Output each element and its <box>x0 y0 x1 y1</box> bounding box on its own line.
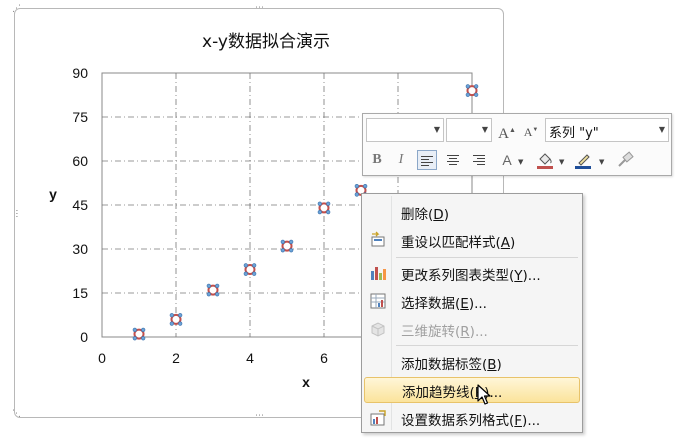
align-center-icon <box>447 155 459 165</box>
point-selection-handle <box>280 239 285 244</box>
point-selection-handle <box>326 210 331 215</box>
point-selection-handle <box>215 292 220 297</box>
align-right-button[interactable] <box>469 150 489 170</box>
font-color-dropdown[interactable]: ▼ <box>518 158 523 166</box>
menu-item-select-data[interactable]: 选择数据(E)... <box>364 288 580 314</box>
x-axis-title[interactable]: x <box>302 374 310 390</box>
y-tick-label: 0 <box>80 329 88 345</box>
menu-separator <box>396 345 578 346</box>
paint-bucket-icon <box>537 153 553 169</box>
point-selection-handle <box>243 271 248 276</box>
align-left-icon <box>421 156 433 166</box>
point-selection-handle <box>178 313 183 318</box>
y-tick-label: 45 <box>72 197 88 213</box>
point-selection-handle <box>141 327 146 332</box>
format-painter-button[interactable] <box>615 150 635 170</box>
menu-item-delete[interactable]: 删除(D) <box>364 199 580 225</box>
point-selection-handle <box>317 201 322 206</box>
point-selection-handle <box>215 283 220 288</box>
y-tick-label: 60 <box>72 153 88 169</box>
line-color-dropdown[interactable]: ▼ <box>599 158 604 166</box>
point-selection-handle <box>289 239 294 244</box>
point-selection-handle <box>243 263 248 268</box>
align-center-button[interactable] <box>443 150 463 170</box>
grow-font-button[interactable]: A▲ <box>497 120 517 142</box>
point-selection-handle <box>280 248 285 253</box>
point-selection-handle <box>141 336 146 341</box>
point-selection-handle <box>326 201 331 206</box>
format-painter-icon <box>618 151 634 167</box>
x-tick-label: 2 <box>172 350 180 366</box>
font-color-button[interactable]: A <box>497 150 517 170</box>
point-selection-handle <box>474 92 479 97</box>
point-selection-handle <box>289 248 294 253</box>
italic-button[interactable]: I <box>391 150 411 170</box>
y-tick-label: 75 <box>72 109 88 125</box>
align-right-icon <box>473 155 485 165</box>
point-selection-handle <box>169 321 174 326</box>
3d-rotation-icon <box>371 322 385 337</box>
reset-style-icon <box>371 231 385 247</box>
point-selection-handle <box>132 336 137 341</box>
chevron-down-icon: ▼ <box>433 125 440 134</box>
point-selection-handle <box>354 192 359 197</box>
menu-item-change-chart-type[interactable]: 更改系列图表类型(Y)... <box>364 260 580 286</box>
scatter-chart: x-y数据拟合演示 02468100153045607590 x y <box>49 32 480 390</box>
align-left-button[interactable] <box>417 150 437 170</box>
point-selection-handle <box>132 327 137 332</box>
point-selection-handle <box>169 313 174 318</box>
menu-item-format-data-series[interactable]: 设置数据系列格式(F)... <box>364 405 580 431</box>
point-selection-handle <box>465 84 470 89</box>
font-size-select[interactable]: ▼ <box>446 118 492 142</box>
point-selection-handle <box>317 210 322 215</box>
mouse-cursor-icon <box>477 384 491 405</box>
point-selection-handle <box>252 263 257 268</box>
point-selection-handle <box>363 184 368 189</box>
point-selection-handle <box>474 84 479 89</box>
fill-color-button[interactable] <box>535 150 555 170</box>
x-tick-label: 4 <box>246 350 254 366</box>
fill-color-dropdown[interactable]: ▼ <box>559 158 564 166</box>
mini-toolbar: ▼ ▼ A▲ A▼ 系列 "y" ▼ B I A ▼ ▼ ▼ <box>362 113 672 176</box>
menu-separator <box>396 257 578 258</box>
x-tick-label: 6 <box>320 350 328 366</box>
menu-item-add-data-labels[interactable]: 添加数据标签(B) <box>364 349 580 375</box>
point-selection-handle <box>465 92 470 97</box>
format-series-icon <box>370 410 386 426</box>
select-data-icon <box>370 293 386 309</box>
point-selection-handle <box>354 184 359 189</box>
y-tick-label: 30 <box>72 241 88 257</box>
point-selection-handle <box>206 292 211 297</box>
shrink-font-button[interactable]: A▼ <box>521 120 541 140</box>
menu-item-3d-rotation: 三维旋转(R)... <box>364 316 580 342</box>
chevron-down-icon: ▼ <box>481 125 488 134</box>
point-selection-handle <box>178 321 183 326</box>
y-tick-label: 15 <box>72 285 88 301</box>
pen-icon <box>575 154 591 169</box>
chart-type-icon <box>371 267 386 280</box>
bold-button[interactable]: B <box>367 150 387 170</box>
chevron-down-icon: ▼ <box>658 125 665 134</box>
font-name-select[interactable]: ▼ <box>366 118 444 142</box>
menu-item-add-trendline[interactable]: 添加趋势线(R)... <box>364 377 580 403</box>
line-color-button[interactable] <box>573 150 593 170</box>
context-menu: 删除(D) 重设以匹配样式(A) 更改系列图表类型(Y)... 选择数据(E).… <box>361 193 583 433</box>
y-axis-title[interactable]: y <box>49 186 57 202</box>
series-selector[interactable]: 系列 "y" ▼ <box>545 118 669 142</box>
chart-title[interactable]: x-y数据拟合演示 <box>202 32 330 52</box>
menu-item-reset-style[interactable]: 重设以匹配样式(A) <box>364 227 580 253</box>
x-tick-label: 0 <box>98 350 106 366</box>
y-tick-label: 90 <box>72 65 88 81</box>
point-selection-handle <box>206 283 211 288</box>
point-selection-handle <box>252 271 257 276</box>
